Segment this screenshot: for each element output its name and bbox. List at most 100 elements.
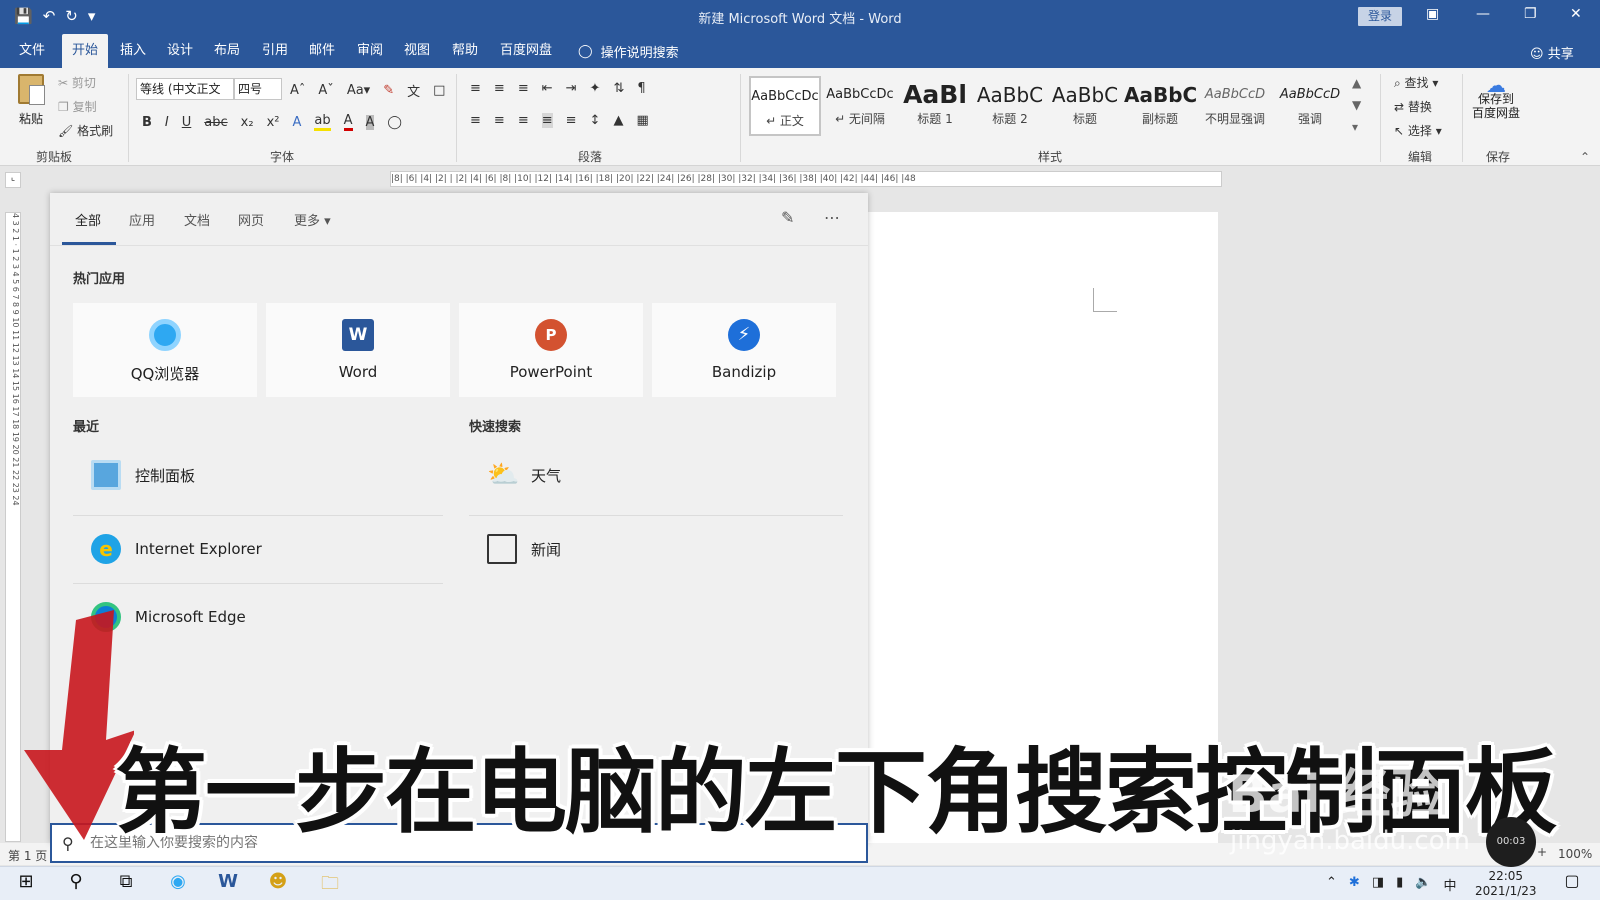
style-emphasis[interactable]: AaBbCcD 强调 — [1274, 76, 1346, 136]
replace-button[interactable]: ⇄ 替换 — [1394, 98, 1432, 115]
show-marks-icon[interactable]: ¶ — [637, 81, 645, 96]
tell-me-search[interactable]: ◯ 操作说明搜索 — [578, 42, 679, 61]
feedback-icon[interactable]: ✎ — [781, 208, 794, 227]
style-no-spacing[interactable]: AaBbCcDc ↵ 无间隔 — [824, 76, 896, 136]
style-heading-1[interactable]: AaBl 标题 1 — [899, 76, 971, 136]
styles-more-icon[interactable]: ▾ — [1352, 120, 1358, 134]
underline-icon[interactable]: U — [182, 115, 192, 130]
quick-item-news[interactable]: 新闻 — [469, 517, 843, 581]
recent-item-control-panel[interactable]: 控制面板 — [73, 443, 443, 507]
tab-layout[interactable]: 布局 — [207, 34, 247, 68]
styles-scroll-up-icon[interactable]: ▲ — [1352, 76, 1361, 90]
style-subtitle[interactable]: AaBbC 副标题 — [1124, 76, 1196, 136]
battery-icon[interactable]: ▮ — [1396, 875, 1403, 894]
tab-help[interactable]: 帮助 — [445, 34, 485, 68]
grow-font-icon[interactable]: Aˆ — [290, 83, 305, 98]
shading-icon[interactable]: ▲ — [613, 113, 623, 128]
restore-icon[interactable]: ❐ — [1524, 6, 1537, 22]
tab-review[interactable]: 审阅 — [350, 34, 390, 68]
styles-scroll-down-icon[interactable]: ▼ — [1352, 98, 1361, 112]
bluetooth-icon[interactable]: ✱ — [1349, 875, 1360, 894]
clock[interactable]: 22:05 2021/1/23 — [1475, 869, 1537, 899]
style-subtle-emphasis[interactable]: AaBbCcD 不明显强调 — [1199, 76, 1271, 136]
sort-icon[interactable]: ⇅ — [613, 81, 624, 96]
login-button[interactable]: 登录 — [1358, 7, 1402, 26]
quick-item-weather[interactable]: ⛅ 天气 — [469, 443, 843, 507]
ribbon-display-icon[interactable]: ▣ — [1426, 6, 1439, 22]
shrink-font-icon[interactable]: Aˇ — [318, 83, 333, 98]
file-explorer-icon[interactable]: 🗀 — [316, 871, 344, 897]
network-icon[interactable]: ◨ — [1372, 875, 1384, 894]
search-tab-web[interactable]: 网页 — [238, 210, 264, 229]
align-left-icon[interactable]: ≡ — [470, 113, 481, 128]
tab-design[interactable]: 设计 — [160, 34, 200, 68]
distributed-icon[interactable]: ≡ — [566, 113, 577, 128]
cut-button[interactable]: ✂ 剪切 — [58, 74, 96, 91]
ime-indicator[interactable]: 中 — [1443, 875, 1456, 894]
phonetic-guide-icon[interactable]: 文 — [407, 81, 420, 100]
zoom-level[interactable]: 100% — [1558, 847, 1592, 861]
app-card-powerpoint[interactable]: P PowerPoint — [459, 303, 643, 397]
tab-baidu-netdisk[interactable]: 百度网盘 — [496, 34, 556, 68]
tab-file[interactable]: 文件 — [12, 34, 52, 68]
minimize-icon[interactable]: — — [1476, 6, 1490, 22]
bold-icon[interactable]: B — [142, 115, 152, 130]
collapse-ribbon-icon[interactable]: ⌃ — [1580, 150, 1590, 164]
close-icon[interactable]: ✕ — [1570, 6, 1582, 22]
app-card-bandizip[interactable]: ⚡ Bandizip — [652, 303, 836, 397]
style-normal[interactable]: AaBbCcDc ↵ 正文 — [749, 76, 821, 136]
multilevel-list-icon[interactable]: ≡ — [518, 81, 529, 96]
numbering-icon[interactable]: ≡ — [494, 81, 505, 96]
format-painter-button[interactable]: 🖌 格式刷 — [58, 122, 113, 139]
more-options-icon[interactable]: ⋯ — [824, 208, 840, 227]
tab-mailings[interactable]: 邮件 — [302, 34, 342, 68]
notifications-icon[interactable]: ▢ — [1558, 871, 1586, 897]
wechat-app-icon[interactable]: ☻ — [264, 871, 292, 897]
style-heading-2[interactable]: AaBbC 标题 2 — [974, 76, 1046, 136]
enclose-char-icon[interactable]: ◯ — [387, 115, 402, 130]
horizontal-ruler[interactable]: |8| |6| |4| |2| | |2| |4| |6| |8| |10| |… — [390, 171, 1222, 187]
search-icon[interactable]: ⚲ — [62, 871, 90, 897]
app-card-word[interactable]: W Word — [266, 303, 450, 397]
bullets-icon[interactable]: ≡ — [470, 81, 481, 96]
word-icon[interactable]: W — [214, 871, 242, 897]
font-size-select[interactable]: 四号 — [234, 78, 282, 100]
change-case-icon[interactable]: Aa▾ — [347, 83, 370, 98]
clear-format-icon[interactable]: ✎ — [383, 83, 394, 98]
volume-icon[interactable]: 🔈 — [1415, 875, 1431, 894]
italic-icon[interactable]: I — [165, 115, 169, 130]
search-tab-all[interactable]: 全部 — [75, 210, 101, 229]
char-border-icon[interactable]: □ — [433, 83, 445, 98]
recent-item-internet-explorer[interactable]: e Internet Explorer — [73, 517, 443, 581]
copy-button[interactable]: ❐ 复制 — [58, 98, 97, 115]
tab-view[interactable]: 视图 — [397, 34, 437, 68]
chinese-layout-icon[interactable]: ✦ — [590, 81, 601, 96]
font-name-select[interactable]: 等线 (中文正文 — [136, 78, 234, 100]
search-tab-apps[interactable]: 应用 — [129, 210, 155, 229]
qq-browser-icon[interactable]: ◉ — [164, 871, 192, 897]
text-effects-icon[interactable]: A — [292, 115, 301, 130]
strikethrough-icon[interactable]: abc — [204, 115, 227, 130]
char-shading-icon[interactable]: A — [365, 114, 375, 130]
style-title[interactable]: AaBbC 标题 — [1049, 76, 1121, 136]
chevron-up-icon[interactable]: ⌃ — [1326, 875, 1337, 894]
subscript-icon[interactable]: x₂ — [241, 115, 254, 130]
tab-insert[interactable]: 插入 — [113, 34, 153, 68]
select-button[interactable]: ↖ 选择 ▾ — [1394, 122, 1442, 139]
decrease-indent-icon[interactable]: ⇤ — [542, 81, 553, 96]
font-color-icon[interactable]: A — [343, 113, 353, 131]
search-tab-more[interactable]: 更多 ▾ — [294, 210, 331, 229]
align-right-icon[interactable]: ≡ — [518, 113, 529, 128]
save-to-baidu-button[interactable]: ☁ 保存到 百度网盘 — [1472, 75, 1520, 120]
find-button[interactable]: ⌕ 查找 ▾ — [1394, 74, 1438, 91]
increase-indent-icon[interactable]: ⇥ — [566, 81, 577, 96]
borders-icon[interactable]: ▦ — [636, 113, 648, 128]
search-tab-documents[interactable]: 文档 — [184, 210, 210, 229]
task-view-icon[interactable]: ⧉ — [112, 871, 140, 897]
paste-button[interactable]: 粘贴 — [14, 74, 48, 127]
tab-home[interactable]: 开始 — [62, 34, 108, 68]
align-center-icon[interactable]: ≡ — [494, 113, 505, 128]
share-button[interactable]: ☺ 共享 — [1530, 43, 1574, 62]
app-card-qq-browser[interactable]: QQ浏览器 — [73, 303, 257, 397]
tab-selector[interactable]: ⌞ — [5, 172, 21, 188]
